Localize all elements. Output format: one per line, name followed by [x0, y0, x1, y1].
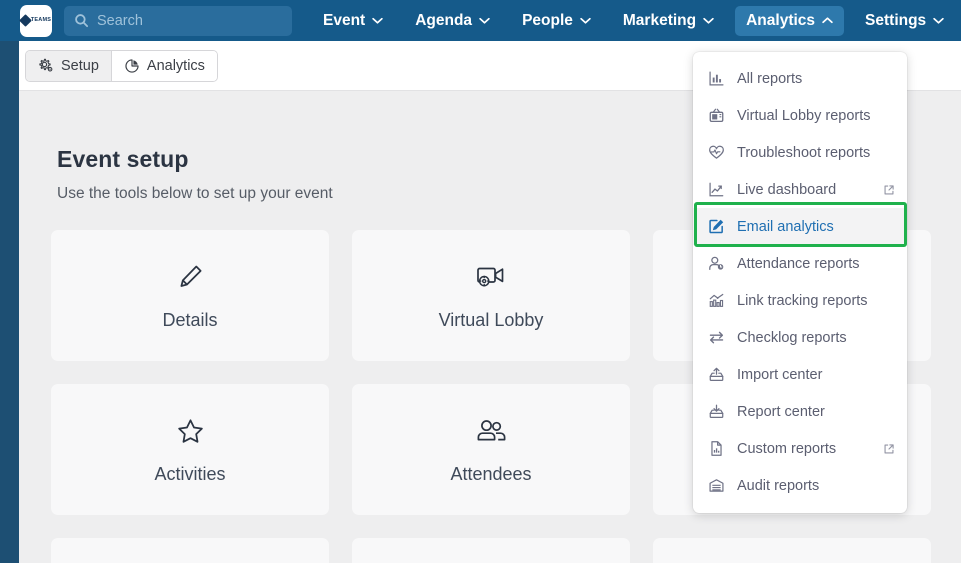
- document-chart-icon: [707, 439, 726, 458]
- nav-item-label: Event: [323, 11, 366, 29]
- menu-item-label: Email analytics: [737, 218, 834, 235]
- search-icon: [75, 14, 89, 28]
- logo-diamond-icon: [19, 14, 32, 27]
- menu-item-custom-reports[interactable]: Custom reports: [693, 430, 907, 467]
- nav-item-people[interactable]: People: [511, 6, 602, 36]
- menu-item-checklog-reports[interactable]: Checklog reports: [693, 319, 907, 356]
- archive-icon: [707, 476, 726, 495]
- setup-card-virtual-lobby[interactable]: Virtual Lobby: [352, 230, 630, 361]
- gear-icon: [39, 58, 53, 72]
- chevron-down-icon: [703, 17, 714, 24]
- search-box[interactable]: [64, 5, 292, 36]
- app-logo[interactable]: TEAMS: [19, 4, 52, 37]
- pie-chart-icon: [125, 58, 139, 73]
- heart-pulse-icon: [707, 143, 726, 162]
- nav-item-label: Marketing: [622, 11, 697, 29]
- menu-item-label: Custom reports: [737, 440, 837, 457]
- nav-item-analytics[interactable]: Analytics: [735, 5, 845, 36]
- menu-item-label: Live dashboard: [737, 181, 837, 198]
- menu-item-audit-reports[interactable]: Audit reports: [693, 467, 907, 504]
- user-clock-icon: [707, 254, 726, 273]
- video-camera-gear-icon: [474, 260, 508, 294]
- people-icon: [474, 414, 508, 448]
- transfer-arrows-icon: [707, 328, 726, 347]
- nav-item-label: People: [522, 11, 573, 29]
- logo-wordmark: TEAMS: [30, 16, 52, 23]
- logo-mark: TEAMS: [19, 14, 52, 27]
- pencil-icon: [175, 260, 206, 294]
- bar-chart-icon: [707, 69, 726, 88]
- menu-item-label: Virtual Lobby reports: [737, 107, 871, 124]
- search-input[interactable]: [97, 12, 282, 29]
- app-root: TEAMS Event Agenda: [0, 0, 961, 563]
- nav-item-agenda[interactable]: Agenda: [404, 6, 501, 36]
- download-tray-icon: [707, 402, 726, 421]
- upload-tray-icon: [707, 365, 726, 384]
- tab-label: Analytics: [146, 57, 205, 74]
- setup-card-label: Activities: [154, 464, 226, 484]
- menu-item-attendance-reports[interactable]: Attendance reports: [693, 245, 907, 282]
- external-link-icon: [884, 443, 894, 453]
- chevron-down-icon: [933, 17, 944, 24]
- menu-item-link-tracking-reports[interactable]: Link tracking reports: [693, 282, 907, 319]
- menu-item-label: Audit reports: [737, 477, 820, 494]
- setup-card-activities[interactable]: Activities: [51, 384, 329, 515]
- nav-item-marketing[interactable]: Marketing: [612, 6, 725, 36]
- line-chart-icon: [707, 180, 726, 199]
- setup-card-row3-a[interactable]: [51, 538, 329, 563]
- chevron-up-icon: [822, 17, 833, 24]
- tab-analytics[interactable]: Analytics: [110, 50, 217, 81]
- chevron-down-icon: [479, 17, 490, 24]
- setup-card-label: Attendees: [450, 464, 532, 484]
- menu-item-report-center[interactable]: Report center: [693, 393, 907, 430]
- setup-card-row3-c[interactable]: [653, 538, 931, 563]
- nav-item-label: Agenda: [415, 11, 473, 29]
- nav-item-settings[interactable]: Settings: [854, 6, 955, 36]
- tab-label: Setup: [61, 57, 99, 74]
- nav-item-event[interactable]: Event: [312, 6, 394, 36]
- menu-item-all-reports[interactable]: All reports: [693, 60, 907, 97]
- analytics-dropdown-menu: All reports Virtual Lobby reports Troubl…: [693, 52, 907, 513]
- edit-square-icon: [707, 217, 726, 236]
- menu-item-label: Import center: [737, 366, 823, 383]
- view-switcher: Setup Analytics: [25, 49, 218, 82]
- main-navigation: Event Agenda People Marketing Analytics …: [312, 5, 955, 36]
- setup-card-label: Virtual Lobby: [438, 310, 544, 330]
- menu-item-label: All reports: [737, 70, 803, 87]
- television-icon: [707, 106, 726, 125]
- nav-item-label: Settings: [865, 11, 927, 29]
- setup-card-label: Details: [162, 310, 218, 330]
- nav-item-label: Analytics: [746, 11, 816, 29]
- menu-item-label: Link tracking reports: [737, 292, 868, 309]
- chevron-down-icon: [372, 17, 383, 24]
- external-link-icon: [884, 184, 894, 194]
- menu-item-import-center[interactable]: Import center: [693, 356, 907, 393]
- chevron-down-icon: [580, 17, 591, 24]
- top-header-bar: TEAMS Event Agenda: [0, 0, 961, 41]
- setup-card-attendees[interactable]: Attendees: [352, 384, 630, 515]
- menu-item-email-analytics[interactable]: Email analytics: [693, 208, 907, 245]
- left-sidebar-rail: [0, 41, 19, 563]
- menu-item-label: Report center: [737, 403, 825, 420]
- menu-item-label: Troubleshoot reports: [737, 144, 871, 161]
- tab-setup[interactable]: Setup: [26, 50, 111, 81]
- menu-item-live-dashboard[interactable]: Live dashboard: [693, 171, 907, 208]
- setup-card-details[interactable]: Details: [51, 230, 329, 361]
- menu-item-label: Checklog reports: [737, 329, 847, 346]
- menu-item-label: Attendance reports: [737, 255, 860, 272]
- setup-card-row3-b[interactable]: [352, 538, 630, 563]
- menu-item-virtual-lobby-reports[interactable]: Virtual Lobby reports: [693, 97, 907, 134]
- menu-item-troubleshoot-reports[interactable]: Troubleshoot reports: [693, 134, 907, 171]
- analytics-bars-icon: [707, 291, 726, 310]
- star-icon: [175, 414, 206, 448]
